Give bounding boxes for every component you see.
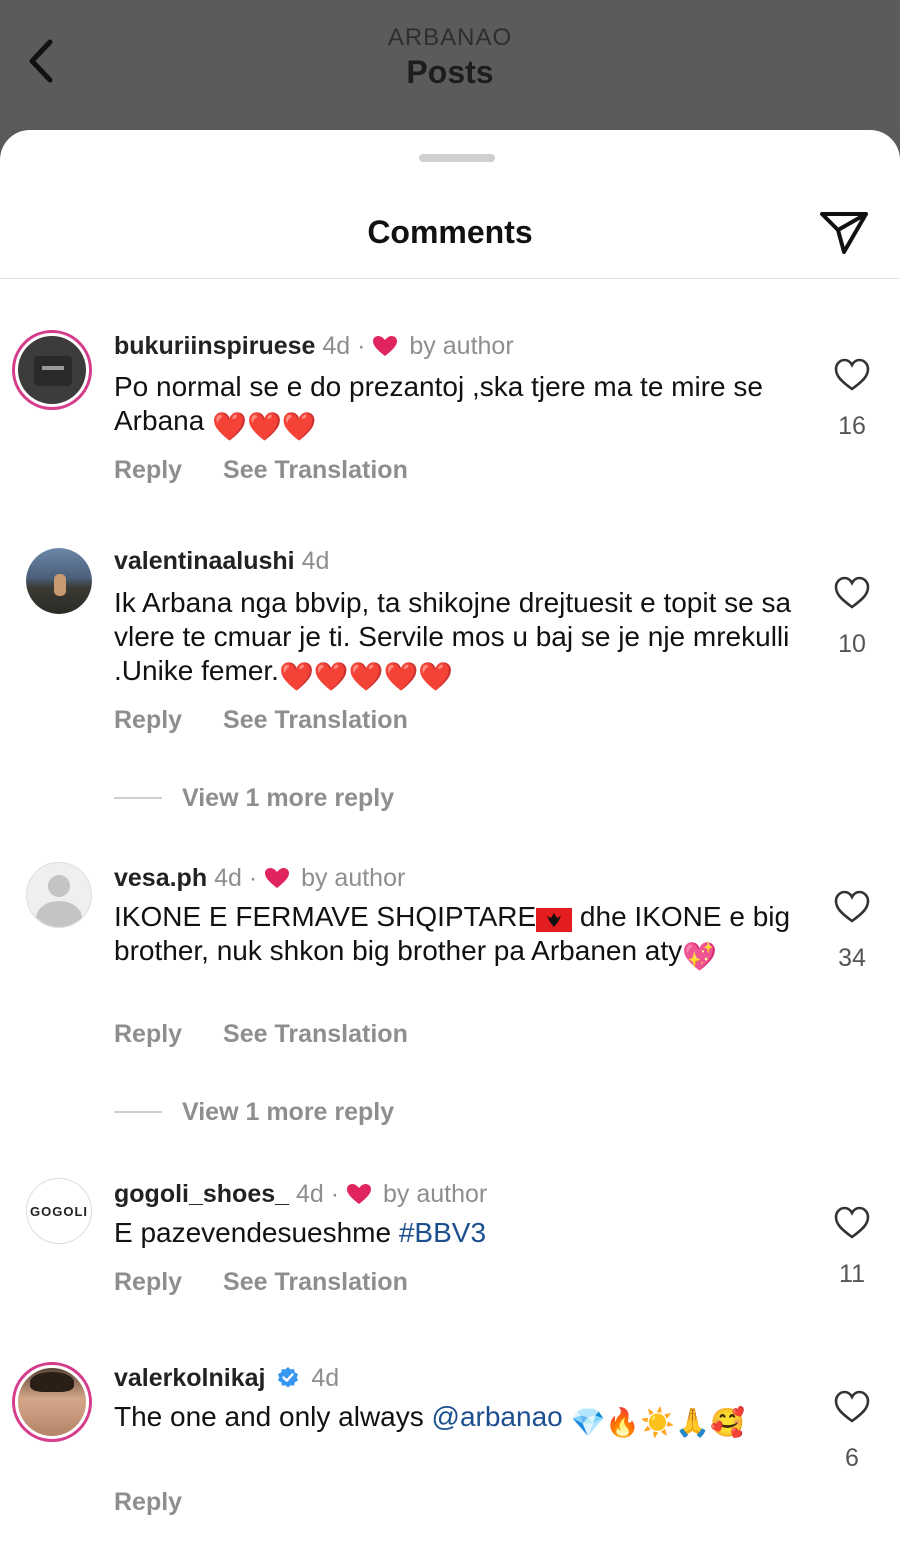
- reply-button[interactable]: Reply: [114, 1268, 182, 1296]
- reply-button[interactable]: Reply: [114, 1020, 182, 1048]
- comments-title: Comments: [367, 214, 533, 250]
- verified-badge-icon: [278, 1367, 299, 1388]
- comment-meta: bukuriinspiruese 4d · by author: [114, 332, 514, 360]
- avatar[interactable]: [12, 1362, 92, 1442]
- see-translation-button[interactable]: See Translation: [223, 1020, 408, 1048]
- username[interactable]: valentinaalushi: [114, 547, 295, 575]
- see-translation-button[interactable]: See Translation: [223, 456, 408, 484]
- comment-meta: valentinaalushi 4d: [114, 547, 329, 576]
- dimmed-header: ARBANAO Posts: [0, 0, 900, 135]
- red-heart-icon: [347, 1184, 372, 1204]
- username[interactable]: valerkolnikaj: [114, 1364, 265, 1392]
- heart-emoji: ❤️: [212, 411, 247, 442]
- comment-text: The one and only always @arbanao 💎🔥☀️🙏🥰: [114, 1401, 745, 1438]
- comment-text: IKONE E FERMAVE SHQIPTARE dhe IKONE e bi…: [114, 901, 791, 972]
- emoji-group: 💎🔥☀️🙏🥰: [570, 1407, 745, 1438]
- heart-emoji: ❤️: [281, 411, 317, 442]
- see-translation-button[interactable]: See Translation: [223, 706, 408, 734]
- mention-link[interactable]: @arbanao: [432, 1401, 563, 1432]
- view-more-replies[interactable]: View 1 more reply: [114, 1098, 394, 1127]
- avatar[interactable]: [26, 548, 92, 614]
- heart-outline-icon[interactable]: [834, 890, 870, 924]
- sheet-grabber[interactable]: [419, 154, 495, 162]
- comment-meta: vesa.ph 4d · by author: [114, 864, 406, 892]
- username[interactable]: bukuriinspiruese: [114, 332, 315, 360]
- red-heart-icon: [265, 868, 290, 888]
- timestamp: 4d: [214, 864, 242, 892]
- by-author-label: by author: [383, 1180, 488, 1208]
- comment-meta: valerkolnikaj 4d: [114, 1364, 339, 1393]
- by-author-label: by author: [409, 332, 514, 360]
- reply-button[interactable]: Reply: [114, 456, 182, 484]
- comment-actions: Reply: [114, 1488, 216, 1517]
- comment-actions: Reply See Translation: [114, 706, 442, 735]
- like-count: 16: [838, 412, 866, 440]
- red-heart-icon: [373, 336, 398, 356]
- heart-outline-icon[interactable]: [834, 358, 870, 392]
- comment-actions: Reply See Translation: [114, 1268, 442, 1297]
- username[interactable]: vesa.ph: [114, 864, 207, 892]
- comment-text: Po normal se e do prezantoj ,ska tjere m…: [114, 371, 763, 442]
- header-divider: [0, 278, 900, 279]
- like-count: 10: [838, 630, 866, 658]
- reply-button[interactable]: Reply: [114, 706, 182, 734]
- comment-text: E pazevendesueshme #BBV3: [114, 1217, 487, 1248]
- avatar[interactable]: [26, 862, 92, 928]
- heart-outline-icon[interactable]: [834, 1206, 870, 1240]
- reply-button[interactable]: Reply: [114, 1488, 182, 1516]
- comment-actions: Reply See Translation: [114, 1020, 442, 1049]
- by-author-label: by author: [301, 864, 406, 892]
- avatar[interactable]: [12, 330, 92, 410]
- like-count: 34: [838, 944, 866, 972]
- avatar[interactable]: GOGOLI: [26, 1178, 92, 1244]
- username[interactable]: gogoli_shoes_: [114, 1180, 289, 1208]
- comment-text: Ik Arbana nga bbvip, ta shikojne drejtue…: [114, 587, 792, 692]
- like-count: 6: [845, 1444, 859, 1472]
- timestamp: 4d: [296, 1180, 324, 1208]
- hashtag-link[interactable]: #BBV3: [399, 1217, 486, 1248]
- timestamp: 4d: [311, 1364, 340, 1392]
- share-send-icon[interactable]: [818, 208, 870, 256]
- heart-outline-icon[interactable]: [834, 1390, 870, 1424]
- timestamp: 4d: [301, 547, 330, 575]
- like-count: 11: [839, 1260, 865, 1288]
- timestamp: 4d: [322, 332, 351, 360]
- view-more-replies[interactable]: View 1 more reply: [114, 784, 394, 813]
- see-translation-button[interactable]: See Translation: [223, 1268, 408, 1296]
- sparkling-heart-emoji: 💖: [682, 941, 718, 972]
- page-title: Posts: [406, 54, 494, 90]
- comment-meta: gogoli_shoes_ 4d · by author: [114, 1180, 488, 1208]
- account-name: ARBANAO: [387, 24, 513, 51]
- heart-outline-icon[interactable]: [834, 576, 870, 610]
- albania-flag-icon: [536, 908, 573, 932]
- heart-emoji: ❤️❤️❤️❤️❤️: [278, 661, 454, 692]
- heart-emoji: ❤️: [246, 411, 282, 442]
- comment-actions: Reply See Translation: [114, 456, 442, 485]
- comments-sheet: Comments bukuriinspiruese 4d · by author…: [0, 130, 900, 1553]
- avatar-logo-text: GOGOLI: [30, 1203, 88, 1219]
